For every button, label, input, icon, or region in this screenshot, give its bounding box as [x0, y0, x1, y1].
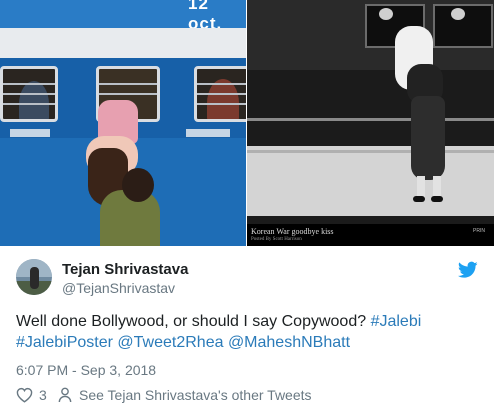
twitter-bird-icon[interactable]	[458, 261, 478, 279]
person-icon	[58, 387, 72, 403]
hashtag-link[interactable]: #Jalebi	[371, 313, 422, 330]
like-button[interactable]: 3	[16, 385, 47, 405]
mention-link[interactable]: @Tweet2Rhea	[117, 334, 223, 351]
mention-link[interactable]: @MaheshNBhatt	[228, 334, 350, 351]
author-display-name[interactable]: Tejan Shrivastava	[62, 261, 188, 279]
passenger	[207, 79, 239, 119]
train-window	[0, 66, 58, 122]
author-names[interactable]: Tejan Shrivastava @TejanShrivastav	[62, 261, 188, 297]
passenger	[19, 81, 49, 119]
photo-corner-mark: PRIN	[473, 228, 485, 234]
other-tweets-link[interactable]: See Tejan Shrivastava's other Tweets	[58, 385, 312, 405]
photo-caption: Korean War goodbye kiss	[251, 227, 334, 236]
media-photo-right[interactable]: Korean War goodbye kiss Posted By Scott …	[247, 0, 494, 246]
platform	[247, 146, 494, 216]
author-handle[interactable]: @TejanShrivastav	[62, 279, 188, 297]
tweet-text: Well done Bollywood, or should I say Cop…	[16, 311, 478, 353]
tweet-author[interactable]: Tejan Shrivastava @TejanShrivastav	[16, 259, 478, 299]
photo-caption-credit: Posted By Scott Harrison	[251, 237, 302, 242]
media-photo-left[interactable]: 12 oct.	[0, 0, 246, 246]
tweet-timestamp[interactable]: 6:07 PM - Sep 3, 2018	[16, 361, 156, 379]
train-window	[194, 66, 246, 122]
tweet-text-plain: Well done Bollywood, or should I say Cop…	[16, 313, 367, 330]
avatar[interactable]	[16, 259, 52, 295]
hashtag-link[interactable]: #JalebiPoster	[16, 334, 113, 351]
train-stripe	[0, 28, 246, 58]
tweet-actions: 3 See Tejan Shrivastava's other Tweets	[16, 385, 478, 405]
other-tweets-label[interactable]: See Tejan Shrivastava's other Tweets	[79, 387, 312, 403]
tweet-media[interactable]: 12 oct. Korean War goodbye kiss Posted B…	[0, 0, 494, 246]
like-count: 3	[39, 387, 47, 403]
heart-icon	[16, 387, 33, 403]
